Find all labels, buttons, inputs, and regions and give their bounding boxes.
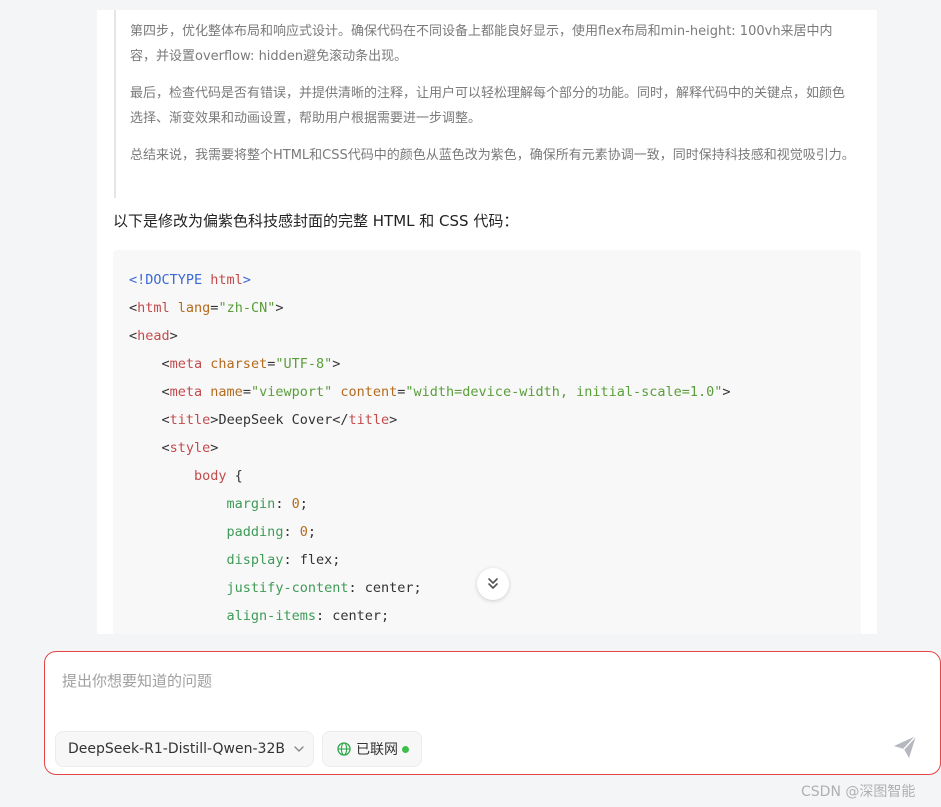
chat-message-panel: 第四步，优化整体布局和响应式设计。确保代码在不同设备上都能良好显示，使用flex… — [97, 10, 877, 634]
chat-input-box[interactable]: 提出你想要知道的问题 DeepSeek-R1-Distill-Qwen-32B … — [44, 651, 941, 775]
double-chevron-down-icon — [488, 578, 498, 589]
code-token: center; — [332, 608, 390, 624]
send-button[interactable] — [888, 730, 922, 764]
code-token: = — [242, 384, 251, 400]
code-token: head — [137, 328, 170, 344]
code-token: margin — [226, 496, 276, 512]
code-token: < — [129, 328, 138, 344]
code-token: < — [161, 356, 170, 372]
code-token: : — [275, 496, 292, 512]
code-token: meta — [169, 356, 203, 372]
thinking-paragraph: 第四步，优化整体布局和响应式设计。确保代码在不同设备上都能良好显示，使用flex… — [130, 24, 833, 64]
globe-icon — [337, 742, 351, 756]
code-token: : — [283, 524, 300, 540]
code-token: < — [161, 440, 170, 456]
model-selector-label: DeepSeek-R1-Distill-Qwen-32B — [68, 741, 285, 757]
code-token: > — [389, 412, 398, 428]
code-token: : — [315, 608, 333, 624]
code-token: "UTF-8" — [275, 356, 333, 372]
code-token: flex; — [299, 552, 341, 568]
code-line: <html lang="zh-CN"> — [129, 294, 861, 322]
code-line: <title>DeepSeek Cover</title> — [129, 406, 861, 434]
code-token: "zh-CN" — [218, 300, 276, 316]
code-token: justify-content — [226, 580, 349, 596]
code-token: 0 — [299, 524, 308, 540]
code-token: html — [202, 272, 243, 288]
code-token: meta — [169, 384, 203, 400]
code-token: html — [137, 300, 170, 316]
code-token: padding — [226, 524, 284, 540]
code-line: <style> — [129, 434, 861, 462]
code-token: </ — [332, 412, 349, 428]
code-token: center; — [364, 580, 422, 596]
code-token: display — [226, 552, 284, 568]
code-token: content — [332, 384, 398, 400]
chevron-down-icon — [285, 743, 313, 755]
network-status-dot — [402, 745, 409, 753]
code-token: align-items — [226, 608, 316, 624]
code-token: name — [202, 384, 243, 400]
code-token: "width=device-width, initial-scale=1.0" — [405, 384, 723, 400]
code-token: > — [210, 440, 219, 456]
network-status-label: 已联网 — [356, 742, 398, 758]
code-token: title — [169, 412, 211, 428]
code-line: <!DOCTYPE html> — [129, 266, 861, 294]
thinking-paragraph: 最后，检查代码是否有错误，并提供清晰的注释，让用户可以轻松理解每个部分的功能。同… — [130, 86, 846, 126]
thinking-block: 第四步，优化整体布局和响应式设计。确保代码在不同设备上都能良好显示，使用flex… — [114, 10, 857, 198]
code-token: lang — [169, 300, 211, 316]
code-line: <meta name="viewport" content="width=dev… — [129, 378, 861, 406]
code-token: ; — [307, 524, 316, 540]
code-line: margin: 0; — [129, 490, 861, 518]
code-token: DeepSeek Cover — [218, 412, 333, 428]
code-token: charset — [202, 356, 268, 372]
code-token: : — [348, 580, 365, 596]
code-token: < — [161, 412, 170, 428]
code-token: : — [283, 552, 300, 568]
code-line: <meta charset="UTF-8"> — [129, 350, 861, 378]
code-token: { — [226, 468, 243, 484]
thinking-paragraph: 总结来说，我需要将整个HTML和CSS代码中的颜色从蓝色改为紫色，确保所有元素协… — [130, 148, 855, 163]
code-token: > — [275, 300, 284, 316]
top-strip — [0, 0, 941, 10]
code-token: "viewport" — [250, 384, 333, 400]
code-token: body — [194, 468, 227, 484]
question-input[interactable]: 提出你想要知道的问题 — [62, 670, 212, 691]
model-selector[interactable]: DeepSeek-R1-Distill-Qwen-32B — [55, 731, 314, 767]
code-token: <!DOCTYPE — [129, 272, 203, 288]
code-token: > — [169, 328, 178, 344]
scroll-to-bottom-button[interactable] — [477, 568, 509, 600]
code-token: < — [129, 300, 138, 316]
answer-lead-text: 以下是修改为偏紫色科技感封面的完整 HTML 和 CSS 代码： — [113, 212, 519, 230]
code-token: title — [348, 412, 390, 428]
code-token: ; — [299, 496, 308, 512]
code-token: < — [161, 384, 170, 400]
code-token: 0 — [291, 496, 300, 512]
code-line: align-items: center; — [129, 602, 861, 630]
code-token: > — [722, 384, 731, 400]
code-token: style — [169, 440, 211, 456]
code-line: padding: 0; — [129, 518, 861, 546]
code-token: > — [332, 356, 341, 372]
code-line: <head> — [129, 322, 861, 350]
watermark: CSDN @深图智能 — [801, 784, 916, 800]
code-line: body { — [129, 462, 861, 490]
code-token: > — [242, 272, 251, 288]
paper-plane-icon — [894, 735, 917, 758]
network-toggle[interactable]: 已联网 — [322, 731, 422, 767]
